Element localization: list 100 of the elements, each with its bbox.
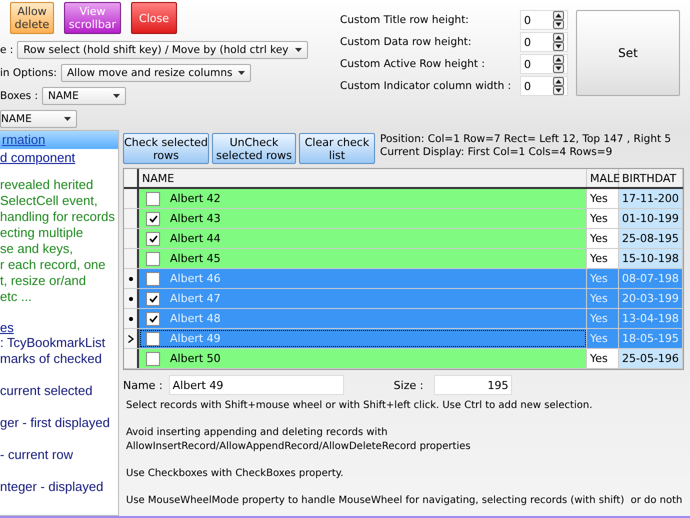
- number-field[interactable]: 0: [520, 32, 568, 52]
- dropdown[interactable]: NAME: [42, 87, 126, 105]
- field-label: Name :: [123, 378, 163, 392]
- column-header[interactable]: BIRTHDAT: [619, 169, 683, 187]
- table-cell: 17-11-200: [619, 189, 683, 208]
- checkbox[interactable]: [146, 292, 160, 306]
- checkbox[interactable]: [146, 272, 160, 286]
- table-cell: Yes: [587, 249, 619, 268]
- caret-icon: [64, 117, 71, 121]
- caret-icon: [294, 48, 302, 52]
- spinner-icon[interactable]: [553, 77, 564, 95]
- table-cell: 13-04-198: [619, 309, 683, 328]
- check-icon: [148, 214, 158, 222]
- help-text: Use Checkboxes with CheckBoxes property.: [126, 467, 344, 481]
- table-cell: 25-08-195: [619, 229, 683, 248]
- panel-heading: rmation: [0, 131, 118, 149]
- description-line: SelectCell event,: [0, 193, 99, 209]
- table-cell: 18-05-195: [619, 329, 683, 348]
- description-line: r each record, one: [0, 257, 107, 273]
- description-line: handling for records: [0, 209, 116, 225]
- field-label: Custom Title row height:: [340, 14, 469, 26]
- checkbox[interactable]: [146, 332, 160, 346]
- check-icon: [148, 314, 158, 322]
- property-line: marks of checked: [0, 351, 103, 367]
- table-cell: 15-10-198: [619, 249, 683, 268]
- table-cell: Yes: [587, 289, 619, 308]
- description-line: revealed herited: [0, 177, 94, 193]
- dropdown[interactable]: NAME: [0, 110, 77, 128]
- table-cell: Albert 45: [170, 252, 221, 265]
- name-field[interactable]: Albert 49: [168, 375, 344, 395]
- table-cell: Albert 43: [170, 212, 221, 225]
- help-text: Select records with Shift+mouse wheel or with Shift+left click. Use Ctrl to add new selection.: [126, 399, 594, 413]
- number-field[interactable]: 0: [520, 54, 568, 74]
- table-cell: 25-05-196: [619, 349, 683, 368]
- field-label: Custom Active Row height :: [340, 58, 485, 70]
- field-label: Custom Indicator column width :: [340, 80, 512, 92]
- table-cell: 20-03-199: [619, 289, 683, 308]
- table-cell: Yes: [587, 309, 619, 328]
- option-label: Boxes :: [0, 90, 38, 102]
- table-cell: Albert 50: [170, 352, 221, 365]
- property-line: nteger - displayed: [0, 479, 104, 495]
- table-cell: 08-07-198: [619, 269, 683, 288]
- spinner-icon[interactable]: [553, 11, 564, 29]
- checkbox[interactable]: [146, 312, 160, 326]
- column-header[interactable]: NAME: [139, 169, 587, 187]
- field-label: Custom Data row height:: [340, 36, 472, 48]
- option-label: e :: [0, 44, 14, 56]
- dropdown[interactable]: Allow move and resize columns: [60, 64, 252, 82]
- table-cell: Albert 48: [170, 312, 221, 325]
- check-icon: [148, 234, 158, 242]
- table-cell: Yes: [587, 189, 619, 208]
- number-field[interactable]: 0: [520, 10, 568, 30]
- status-text: Position: Col=1 Row=7 Rect= Left 12, Top 147 , Right 5: [380, 133, 672, 146]
- checkbox[interactable]: [146, 232, 160, 246]
- toolbar-button[interactable]: Allow delete: [10, 2, 54, 34]
- grid-button[interactable]: Check selected rows: [123, 133, 209, 164]
- description-line: se and keys,: [0, 241, 74, 257]
- option-label: in Options:: [0, 67, 57, 79]
- toolbar-button[interactable]: View scrollbar: [64, 2, 121, 34]
- check-icon: [148, 294, 158, 302]
- table-cell: Yes: [587, 349, 619, 368]
- status-text: Current Display: First Col=1 Cols=4 Rows=9: [380, 146, 614, 159]
- size-field[interactable]: 195: [434, 375, 512, 395]
- link[interactable]: d component: [0, 150, 118, 165]
- grid-button[interactable]: Clear check list: [299, 133, 375, 164]
- set-button[interactable]: Set: [576, 10, 680, 96]
- description-line: etc ...: [0, 289, 33, 305]
- help-text: Use MouseWheelMode property to handle MouseWheel for navigating, selecting records (with shift) or do noth: [126, 494, 684, 508]
- table-cell: Yes: [587, 209, 619, 228]
- checkbox[interactable]: [146, 252, 160, 266]
- field-label: Size :: [394, 378, 424, 392]
- dropdown[interactable]: Row select (hold shift key) / Move by (hold ctrl key: [17, 41, 308, 59]
- table-cell: Albert 49: [170, 332, 221, 345]
- link[interactable]: es: [0, 320, 118, 335]
- table-cell: Yes: [587, 229, 619, 248]
- spinner-icon[interactable]: [553, 55, 564, 73]
- checkbox[interactable]: [146, 352, 160, 366]
- table-cell: Albert 46: [170, 272, 221, 285]
- column-header[interactable]: MALE: [587, 169, 619, 187]
- caret-icon: [238, 71, 246, 75]
- property-line: ger - first displayed: [0, 415, 111, 431]
- help-text: Avoid inserting appending and deleting records with AllowInsertRecord/AllowAppendRecord/AllowDeleteRecord properties: [126, 426, 472, 454]
- table-cell: 01-10-199: [619, 209, 683, 228]
- description-line: ecting multiple: [0, 225, 84, 241]
- caret-icon: [113, 94, 120, 98]
- table-cell: Yes: [587, 329, 619, 348]
- property-line: - current row: [0, 447, 74, 463]
- table-cell: Albert 44: [170, 232, 221, 245]
- table-cell: Albert 47: [170, 292, 221, 305]
- property-line: current selected: [0, 383, 94, 399]
- spinner-icon[interactable]: [553, 33, 564, 51]
- toolbar-button[interactable]: Close: [131, 2, 177, 34]
- grid-button[interactable]: UnCheck selected rows: [212, 133, 296, 164]
- checkbox[interactable]: [146, 192, 160, 206]
- number-field[interactable]: 0: [520, 76, 568, 96]
- checkbox[interactable]: [146, 212, 160, 226]
- property-line: : TcyBookmarkList: [0, 335, 106, 351]
- table-cell: Albert 42: [170, 192, 221, 205]
- table-cell: Yes: [587, 269, 619, 288]
- description-line: t, resize or/and: [0, 273, 87, 289]
